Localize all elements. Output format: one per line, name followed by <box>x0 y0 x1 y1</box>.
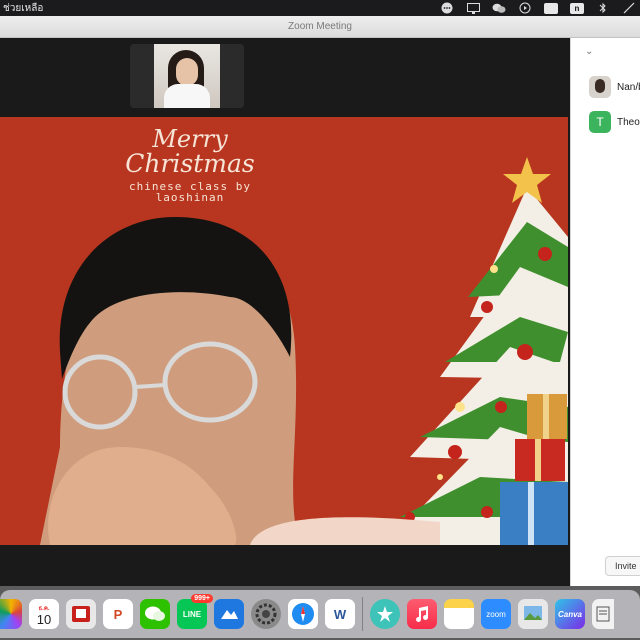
notification-badge: 999+ <box>191 594 213 603</box>
music-icon[interactable] <box>407 599 437 629</box>
person-video <box>40 217 440 545</box>
video-scene <box>40 157 568 545</box>
system-preferences-icon[interactable] <box>251 599 281 629</box>
participant-name: Theo <box>617 116 640 128</box>
invite-button[interactable]: Invite <box>605 556 640 576</box>
participants-panel: ⌄ Nan/b T Theo Invite <box>570 38 640 586</box>
airplay-icon[interactable] <box>518 2 532 14</box>
wechat-icon[interactable] <box>492 3 506 14</box>
participant-name: Nan/b <box>617 81 640 93</box>
display-icon[interactable] <box>466 2 480 14</box>
participant-thumbnail[interactable] <box>130 44 244 108</box>
participant-row[interactable]: T Theo <box>589 111 640 133</box>
dock-separator <box>362 597 363 631</box>
safari-icon[interactable] <box>288 599 318 629</box>
photos-icon[interactable] <box>0 599 22 629</box>
greeting-line-2: Christmas <box>125 149 255 178</box>
dock: ธ.ค. 10 P LINE 999+ W zoom Canva <box>0 590 640 638</box>
wifi-off-icon[interactable] <box>622 2 636 14</box>
avatar <box>589 76 611 98</box>
window-titlebar: Zoom Meeting <box>0 16 640 38</box>
meeting-video-area: Merry Christmas chinese class by laoshin… <box>0 38 570 586</box>
notion-icon[interactable]: n <box>570 2 584 14</box>
line-tray-icon[interactable] <box>544 2 558 14</box>
preview-icon[interactable] <box>518 599 548 629</box>
canva-icon[interactable]: Canva <box>555 599 585 629</box>
greeting-line-1: Merry <box>152 125 228 153</box>
chevron-down-icon[interactable]: ⌄ <box>585 46 593 57</box>
status-tray: n <box>440 0 636 16</box>
greeting-line-3: chinese class by laoshinan <box>129 180 251 204</box>
more-icon[interactable] <box>440 2 454 14</box>
star-app-icon[interactable] <box>370 599 400 629</box>
zoom-icon[interactable]: zoom <box>481 599 511 629</box>
avatar: T <box>589 111 611 133</box>
thumbnail-video <box>154 44 220 108</box>
menu-help[interactable]: ช่วยเหลือ <box>0 1 43 16</box>
active-speaker-video[interactable]: Merry Christmas chinese class by laoshin… <box>0 117 568 545</box>
greeting-text: Merry Christmas chinese class by laoshin… <box>120 127 260 203</box>
bluetooth-icon[interactable] <box>596 2 610 14</box>
calendar-icon[interactable]: ธ.ค. 10 <box>29 599 59 629</box>
wechat-icon[interactable] <box>140 599 170 629</box>
line-icon[interactable]: LINE 999+ <box>177 594 213 629</box>
word-icon[interactable]: W <box>325 599 355 629</box>
menu-bar: ช่วยเหลือ n <box>0 0 640 16</box>
screen: ช่วยเหลือ n Zoom Meeting Merry Christmas… <box>0 0 640 640</box>
participant-row[interactable]: Nan/b <box>589 76 640 98</box>
photo-booth-icon[interactable] <box>66 599 96 629</box>
document-stack-icon[interactable] <box>592 599 614 629</box>
teamviewer-icon[interactable] <box>214 599 244 629</box>
notes-icon[interactable] <box>444 599 474 629</box>
powerpoint-icon[interactable]: P <box>103 599 133 629</box>
window-title: Zoom Meeting <box>288 21 352 32</box>
